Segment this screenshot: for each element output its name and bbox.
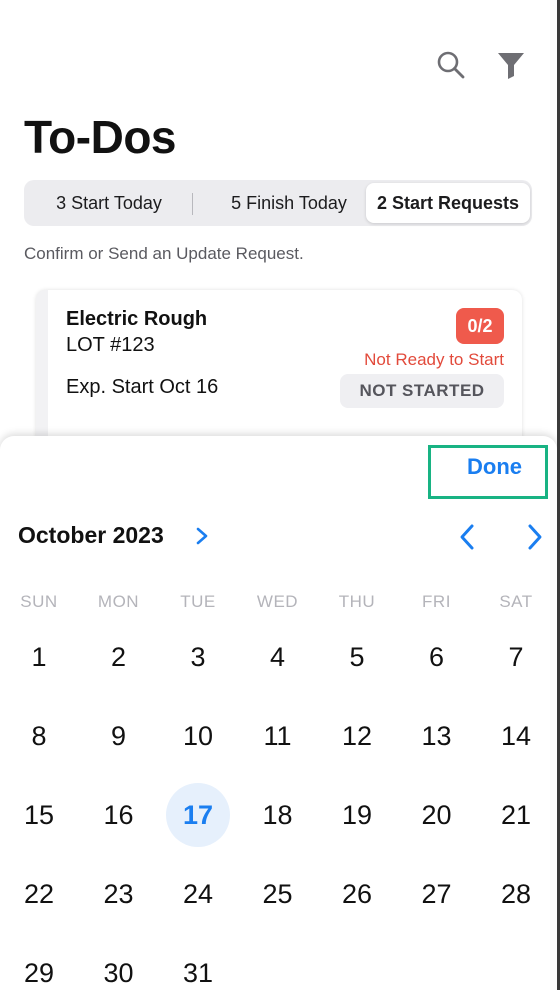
instruction-text: Confirm or Send an Update Request. bbox=[24, 244, 304, 263]
calendar-day[interactable]: 5 bbox=[325, 625, 389, 689]
calendar-day[interactable]: 20 bbox=[405, 783, 469, 847]
month-year-button[interactable]: October 2023 bbox=[18, 522, 164, 549]
calendar-day[interactable]: 26 bbox=[325, 862, 389, 926]
calendar-day[interactable]: 12 bbox=[325, 704, 389, 768]
calendar-day[interactable]: 9 bbox=[87, 704, 151, 768]
calendar-day[interactable]: 23 bbox=[87, 862, 151, 926]
tab-finish-today[interactable]: 5 Finish Today bbox=[194, 183, 384, 223]
tab-start-today[interactable]: 3 Start Today bbox=[26, 183, 192, 223]
todo-segmented-control: 3 Start Today 5 Finish Today 2 Start Req… bbox=[24, 180, 532, 226]
readiness-status: Not Ready to Start bbox=[364, 350, 504, 369]
search-button[interactable] bbox=[436, 50, 466, 80]
weekday-label: SUN bbox=[20, 592, 58, 611]
calendar-day[interactable]: 14 bbox=[484, 704, 548, 768]
weekday-label: TUE bbox=[180, 592, 216, 611]
calendar-day[interactable]: 7 bbox=[484, 625, 548, 689]
done-button[interactable]: Done bbox=[428, 445, 548, 499]
calendar-day[interactable]: 21 bbox=[484, 783, 548, 847]
search-icon bbox=[437, 51, 465, 79]
lot-number: LOT #123 bbox=[66, 334, 155, 356]
chevron-right-icon bbox=[528, 524, 542, 550]
filter-icon bbox=[498, 53, 524, 79]
calendar-day[interactable]: 8 bbox=[7, 704, 71, 768]
filter-button[interactable] bbox=[496, 50, 526, 80]
calendar-day[interactable]: 10 bbox=[166, 704, 230, 768]
calendar-day[interactable]: 28 bbox=[484, 862, 548, 926]
weekday-label: SAT bbox=[499, 592, 533, 611]
calendar-day[interactable]: 22 bbox=[7, 862, 71, 926]
todos-screen: To-Dos 3 Start Today 5 Finish Today 2 St… bbox=[0, 0, 557, 990]
calendar-day[interactable]: 18 bbox=[246, 783, 310, 847]
calendar-day[interactable]: 25 bbox=[246, 862, 310, 926]
tab-divider bbox=[192, 193, 193, 215]
calendar-day[interactable]: 16 bbox=[87, 783, 151, 847]
page-title: To-Dos bbox=[24, 111, 177, 163]
calendar-day[interactable]: 15 bbox=[7, 783, 71, 847]
calendar-day[interactable]: 1 bbox=[7, 625, 71, 689]
status-badge: NOT STARTED bbox=[340, 374, 504, 408]
calendar-day[interactable]: 2 bbox=[87, 625, 151, 689]
progress-count-badge: 0/2 bbox=[456, 308, 504, 344]
calendar-day[interactable]: 3 bbox=[166, 625, 230, 689]
weekday-label: MON bbox=[97, 592, 140, 611]
previous-month-button[interactable] bbox=[454, 522, 480, 552]
calendar-day[interactable]: 4 bbox=[246, 625, 310, 689]
calendar-day[interactable]: 6 bbox=[405, 625, 469, 689]
done-label: Done bbox=[467, 454, 522, 479]
weekday-label: WED bbox=[256, 592, 299, 611]
chevron-left-icon bbox=[460, 524, 474, 550]
calendar-day-selected[interactable]: 17 bbox=[166, 783, 230, 847]
expected-start-date: Exp. Start Oct 16 bbox=[66, 376, 219, 398]
tab-start-requests[interactable]: 2 Start Requests bbox=[366, 183, 530, 223]
next-month-button[interactable] bbox=[522, 522, 548, 552]
calendar-day[interactable]: 13 bbox=[405, 704, 469, 768]
chevron-right-icon[interactable] bbox=[194, 526, 210, 546]
weekday-label: THU bbox=[338, 592, 376, 611]
calendar-day[interactable]: 24 bbox=[166, 862, 230, 926]
calendar-day[interactable]: 27 bbox=[405, 862, 469, 926]
weekday-label: FRI bbox=[422, 592, 451, 611]
calendar-day[interactable]: 19 bbox=[325, 783, 389, 847]
calendar-day[interactable]: 11 bbox=[246, 704, 310, 768]
task-name: Electric Rough bbox=[66, 308, 208, 330]
